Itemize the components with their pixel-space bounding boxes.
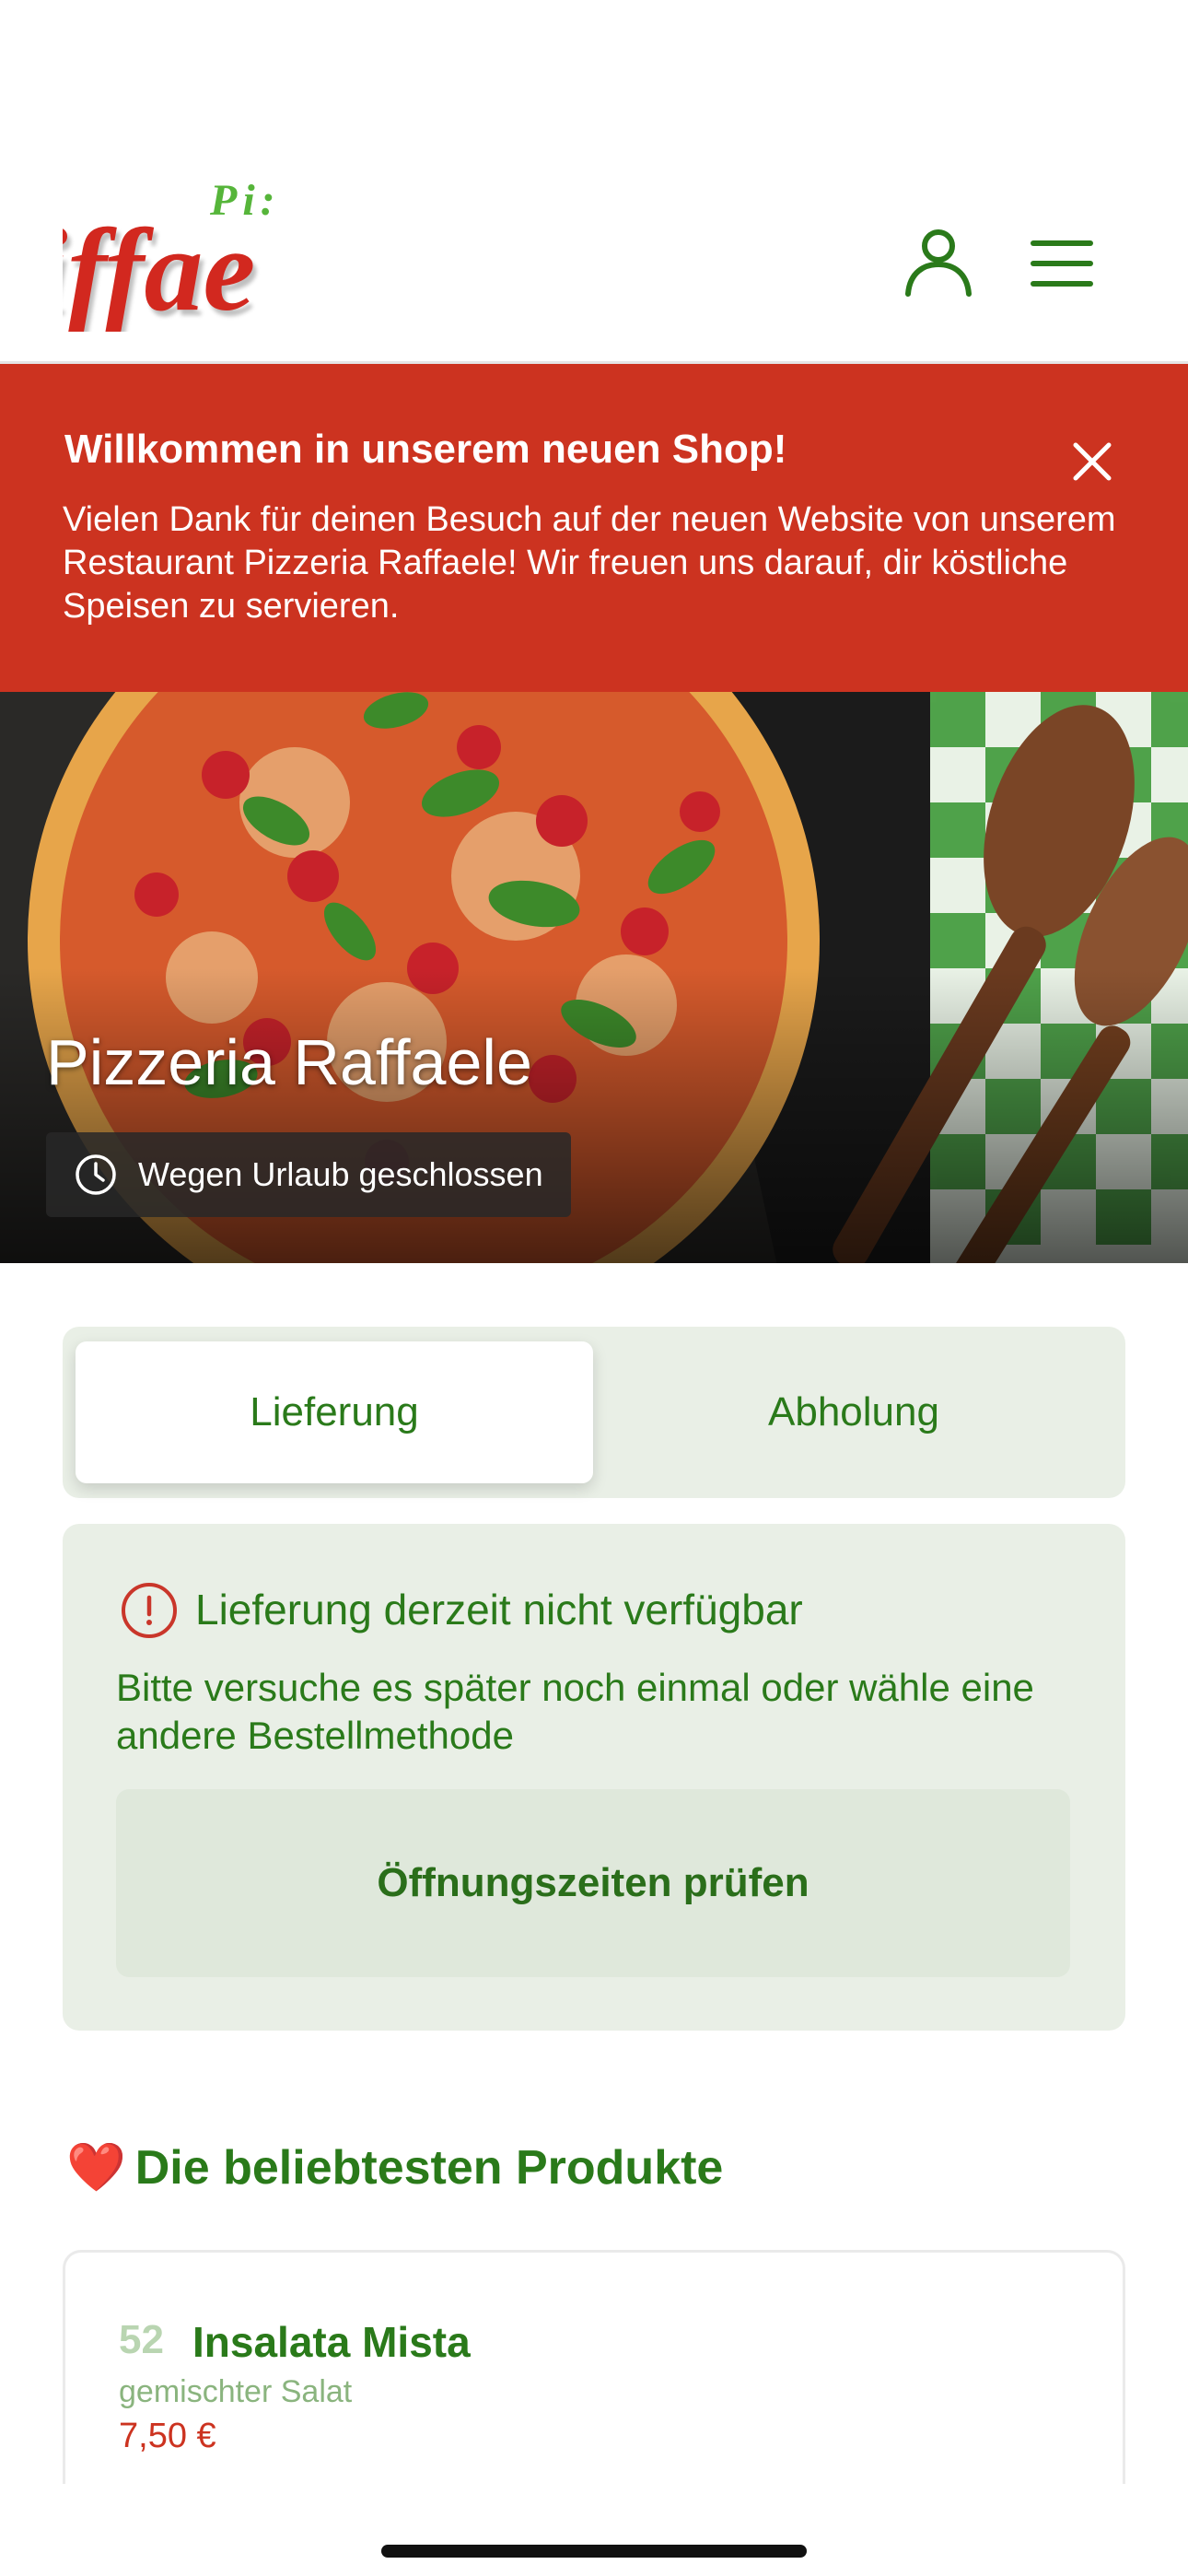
product-price: 7,50 € (119, 2417, 216, 2455)
notice-text: Bitte versuche es später noch einmal ode… (116, 1666, 1034, 1757)
hero-image: Pizzeria Raffaele Wegen Urlaub geschloss… (0, 692, 1188, 1263)
notice-title: Lieferung derzeit nicht verfügbar (195, 1586, 803, 1633)
product-name: Insalata Mista (192, 2318, 471, 2366)
welcome-banner: Willkommen in unserem neuen Shop! Vielen… (0, 364, 1188, 692)
tab-abholung[interactable]: Abholung (595, 1341, 1112, 1483)
hero-gradient (0, 968, 1188, 1263)
user-icon[interactable] (903, 226, 974, 298)
hamburger-menu-icon[interactable] (1030, 238, 1094, 289)
home-indicator[interactable] (381, 2545, 807, 2558)
bottom-safe-area (0, 2484, 1188, 2576)
logo-main-text: iffae (63, 205, 256, 332)
popular-products-title: Die beliebtesten Produkte (134, 2141, 724, 2195)
restaurant-name: Pizzeria Raffaele (46, 1026, 532, 1098)
banner-text: Vielen Dank für deinen Besuch auf der ne… (63, 500, 1116, 626)
restaurant-logo[interactable]: Pi: iffae (63, 175, 285, 332)
popular-products-heading: ❤️ Die beliebtesten Produkte (66, 2139, 723, 2195)
banner-title: Willkommen in unserem neuen Shop! (64, 427, 787, 472)
delivery-unavailable-notice: Lieferung derzeit nicht verfügbar Bitte … (63, 1524, 1125, 2031)
tab-lieferung[interactable]: Lieferung (76, 1341, 593, 1483)
info-icon (122, 1583, 177, 1638)
order-method-tabs: Lieferung Abholung (63, 1327, 1125, 1498)
check-opening-hours-button[interactable]: Öffnungszeiten prüfen (116, 1789, 1070, 1977)
close-icon[interactable] (1068, 438, 1116, 486)
heart-icon: ❤️ (66, 2141, 126, 2195)
clock-icon (76, 1154, 116, 1195)
status-badge: Wegen Urlaub geschlossen (46, 1132, 571, 1217)
app-header: Pi: iffae (0, 0, 1188, 364)
status-text: Wegen Urlaub geschlossen (138, 1155, 543, 1193)
product-number: 52 (119, 2317, 164, 2362)
product-description: gemischter Salat (119, 2374, 353, 2409)
